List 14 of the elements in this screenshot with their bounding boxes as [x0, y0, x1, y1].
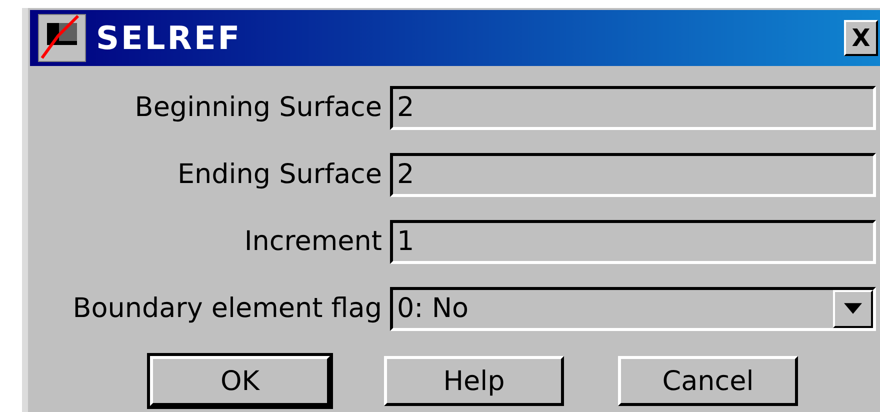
window-title: SELREF	[96, 19, 242, 57]
dropdown-field[interactable]: 0: No	[390, 286, 876, 330]
field-label: Ending Surface	[177, 159, 382, 190]
dialog-button[interactable]: Help	[384, 356, 564, 406]
input-field[interactable]: 2	[390, 152, 876, 196]
app-icon	[38, 14, 86, 62]
dialog-button[interactable]: Cancel	[618, 356, 798, 406]
close-button[interactable]: X	[844, 20, 878, 56]
dialog-button[interactable]: OK	[150, 356, 330, 406]
field-label: Beginning Surface	[134, 92, 382, 123]
field-label: Increment	[244, 226, 382, 257]
field-label: Boundary element flag	[72, 293, 382, 324]
input-field[interactable]: 2	[390, 86, 876, 130]
input-field[interactable]: 1	[390, 220, 876, 264]
